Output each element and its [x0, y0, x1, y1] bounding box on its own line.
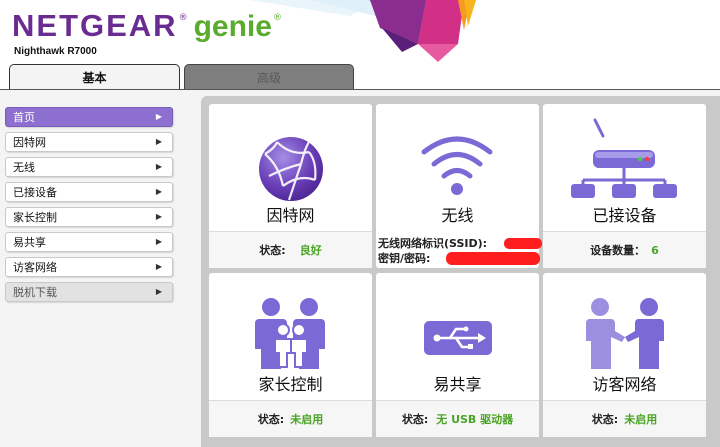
chevron-right-icon: ▶: [155, 287, 162, 296]
card-readyshare-top[interactable]: 易共享: [376, 273, 539, 400]
sidebar-item-internet[interactable]: 因特网 ▶: [5, 132, 173, 152]
handshake-icon: [585, 298, 664, 369]
chevron-right-icon: ▶: [155, 237, 162, 246]
device-count-value: 6: [651, 243, 659, 257]
status-label: 状态:: [401, 413, 429, 426]
card-parental-status: 状态: 未启用: [209, 400, 372, 437]
sidebar-item-label: 易共享: [13, 236, 46, 249]
brand-name: NETGEAR: [12, 8, 178, 43]
chevron-right-icon: ▶: [155, 187, 162, 196]
card-parental-title: 家长控制: [258, 375, 323, 394]
ssid-label: 无线网络标识(SSID):: [378, 237, 488, 250]
usb-icon: [424, 321, 492, 355]
router-network-icon: [571, 118, 677, 198]
chevron-right-icon: ▶: [155, 112, 162, 121]
chevron-right-icon: ▶: [155, 162, 162, 171]
status-value: 无 USB 驱动器: [436, 413, 514, 426]
tab-basic[interactable]: 基本: [9, 64, 180, 90]
card-parental-controls[interactable]: 家长控制 状态: 未启用: [209, 273, 372, 437]
card-attached-devices[interactable]: 已接设备 设备数量： 6: [543, 104, 706, 268]
card-internet[interactable]: 因特网 状态: 良好: [209, 104, 372, 268]
dashboard-panel: 因特网 状态: 良好 无线 无线网络标识(SSID): 密钥/密码: 已接设备 …: [201, 96, 720, 447]
sidebar-item-readyshare[interactable]: 易共享 ▶: [5, 232, 173, 252]
status-label: 状态:: [257, 413, 285, 426]
card-wireless[interactable]: 无线 无线网络标识(SSID): 密钥/密码:: [376, 104, 542, 268]
status-label: 状态:: [259, 244, 286, 257]
sidebar-item-parental-controls[interactable]: 家长控制 ▶: [5, 207, 173, 227]
status-value: 未启用: [290, 413, 324, 426]
netgear-genie-logo[interactable]: NETGEAR ® genie ®: [12, 8, 282, 44]
sidebar-item-label: 首页: [13, 111, 35, 124]
card-internet-status: 状态: 良好: [209, 231, 372, 268]
sidebar-item-offline-download[interactable]: 脱机下载 ▶: [5, 282, 173, 302]
sidebar-item-wireless[interactable]: 无线 ▶: [5, 157, 173, 177]
status-label: 状态:: [591, 413, 619, 426]
sidebar-item-label: 因特网: [13, 136, 46, 149]
decorative-swoosh-graphic: [250, 0, 476, 62]
sidebar-item-label: 无线: [13, 161, 35, 174]
card-devices-top[interactable]: 已接设备: [543, 104, 706, 231]
sidebar-menu: 首页 ▶ 因特网 ▶ 无线 ▶ 已接设备 ▶ 家长控制 ▶ 易共享 ▶ 访客网络…: [5, 107, 173, 307]
sidebar-item-label: 已接设备: [13, 186, 57, 199]
card-parental-top[interactable]: 家长控制: [209, 273, 372, 400]
sidebar-item-label: 访客网络: [13, 261, 57, 274]
globe-icon: [259, 137, 323, 201]
card-internet-title: 因特网: [266, 206, 315, 225]
card-readyshare[interactable]: 易共享 状态: 无 USB 驱动器: [376, 273, 539, 437]
card-internet-top[interactable]: 因特网: [209, 104, 372, 231]
status-value: 未启用: [624, 413, 658, 426]
chevron-right-icon: ▶: [155, 262, 162, 271]
card-guest-status: 状态: 未启用: [543, 400, 706, 437]
device-count-label: 设备数量：: [590, 244, 646, 257]
card-guest-top[interactable]: 访客网络: [543, 273, 706, 400]
status-value: 良好: [299, 244, 322, 257]
wifi-icon: [421, 136, 493, 195]
redacted-password: [446, 252, 540, 265]
card-devices-title: 已接设备: [592, 206, 657, 225]
family-icon: [255, 298, 325, 369]
sidebar-item-home[interactable]: 首页 ▶: [5, 107, 173, 127]
sidebar-item-guest-network[interactable]: 访客网络 ▶: [5, 257, 173, 277]
netgear-genie-page: NETGEAR ® genie ® Nighthawk R7000 基本 高级 …: [0, 0, 720, 447]
redacted-ssid: [504, 238, 542, 249]
card-devices-count: 设备数量： 6: [543, 231, 706, 268]
card-guest-network[interactable]: 访客网络 状态: 未启用: [543, 273, 706, 437]
chevron-right-icon: ▶: [155, 137, 162, 146]
card-readyshare-title: 易共享: [433, 375, 482, 394]
sidebar-item-label: 家长控制: [13, 211, 57, 224]
card-wireless-top[interactable]: 无线: [376, 104, 539, 231]
card-readyshare-status: 状态: 无 USB 驱动器: [376, 400, 539, 437]
sidebar-item-label: 脱机下载: [13, 286, 57, 299]
router-model: Nighthawk R7000: [14, 46, 97, 57]
brand-registered-mark: ®: [178, 13, 188, 23]
card-wireless-title: 无线: [441, 206, 474, 225]
chevron-right-icon: ▶: [155, 212, 162, 221]
card-guest-title: 访客网络: [592, 375, 657, 394]
tab-advanced[interactable]: 高级: [184, 64, 354, 90]
sidebar-item-attached-devices[interactable]: 已接设备 ▶: [5, 182, 173, 202]
